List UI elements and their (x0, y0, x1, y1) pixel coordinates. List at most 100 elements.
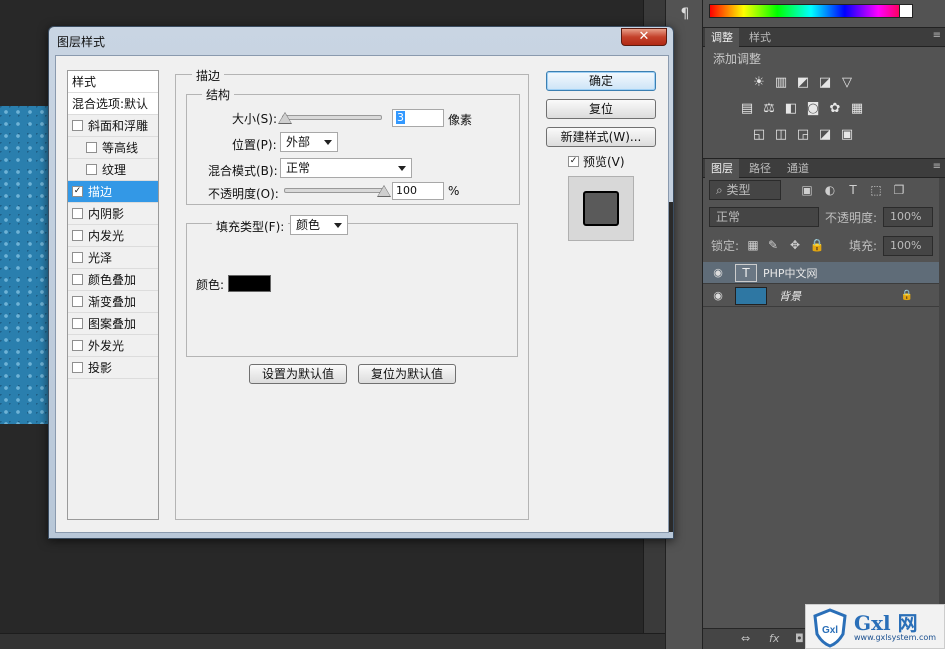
selective-color-icon[interactable]: ▣ (839, 127, 855, 143)
levels-icon[interactable]: ▥ (773, 75, 789, 91)
tab-layers[interactable]: 图层 (705, 159, 739, 178)
tab-adjustments[interactable]: 调整 (705, 28, 739, 47)
filter-pixel-icon[interactable]: ▣ (799, 182, 815, 198)
document-canvas[interactable] (0, 106, 52, 424)
shield-icon: Gxl (813, 608, 847, 648)
position-select[interactable]: 外部 (280, 132, 338, 152)
preview-checkbox[interactable]: ✓ (568, 156, 579, 167)
checkbox[interactable] (86, 164, 97, 175)
fill-type-select[interactable]: 颜色 (290, 215, 348, 235)
fx-icon[interactable]: fx (769, 632, 779, 645)
gradient-map-icon[interactable]: ◪ (817, 127, 833, 143)
lock-move-icon[interactable]: ✥ (787, 237, 803, 253)
hue-saturation-icon[interactable]: ▤ (739, 101, 755, 117)
checkbox[interactable] (72, 252, 83, 263)
black-white-icon[interactable]: ◧ (783, 101, 799, 117)
paragraph-icon[interactable]: ¶ (677, 6, 693, 24)
ok-button[interactable]: 确定 (546, 71, 656, 91)
size-input[interactable]: 3 (392, 109, 444, 127)
opacity-field[interactable]: 100% (883, 207, 933, 227)
new-style-button[interactable]: 新建样式(W)... (546, 127, 656, 147)
reset-button[interactable]: 复位 (546, 99, 656, 119)
channel-mixer-icon[interactable]: ✿ (827, 101, 843, 117)
size-slider-track[interactable] (282, 115, 382, 120)
style-item-drop-shadow[interactable]: 投影 (68, 357, 158, 379)
style-item-color-overlay[interactable]: 颜色叠加 (68, 269, 158, 291)
reset-default-button[interactable]: 复位为默认值 (358, 364, 456, 384)
dialog-title: 图层样式 (57, 35, 106, 49)
color-spectrum[interactable] (709, 4, 913, 18)
blend-mode-select[interactable]: 正常 (709, 207, 819, 227)
preview-swatch (583, 191, 619, 226)
svg-text:Gxl: Gxl (822, 625, 838, 636)
checkbox[interactable] (72, 274, 83, 285)
posterize-icon[interactable]: ◫ (773, 127, 789, 143)
style-item-label: 渐变叠加 (88, 295, 137, 309)
link-layers-icon[interactable]: ⇔ (741, 632, 750, 645)
search-icon: ⌕ (716, 183, 727, 197)
color-balance-icon[interactable]: ⚖ (761, 101, 777, 117)
layer-filter-select[interactable]: ⌕ 类型 (709, 180, 781, 200)
style-item-inner-glow[interactable]: 内发光 (68, 225, 158, 247)
layer-row[interactable]: ◉ 背景 🔒 (703, 285, 939, 307)
fill-field[interactable]: 100% (883, 236, 933, 256)
lock-paint-icon[interactable]: ✎ (765, 237, 781, 253)
photo-filter-icon[interactable]: ◙ (805, 101, 821, 117)
tab-styles[interactable]: 样式 (743, 28, 777, 47)
checkbox[interactable] (72, 208, 83, 219)
style-item-texture[interactable]: 纹理 (68, 159, 158, 181)
filter-smart-icon[interactable]: ❐ (891, 182, 907, 198)
lock-transparency-icon[interactable]: ▦ (745, 237, 761, 253)
invert-icon[interactable]: ◱ (751, 127, 767, 143)
style-item-inner-shadow[interactable]: 内阴影 (68, 203, 158, 225)
exposure-icon[interactable]: ◪ (817, 75, 833, 91)
position-label: 位置(P): (232, 138, 277, 152)
style-item-gradient-overlay[interactable]: 渐变叠加 (68, 291, 158, 313)
threshold-icon[interactable]: ◲ (795, 127, 811, 143)
filter-adjust-icon[interactable]: ◐ (822, 182, 838, 198)
curves-icon[interactable]: ◩ (795, 75, 811, 91)
brightness-icon[interactable]: ☀ (751, 75, 767, 91)
checkbox[interactable] (72, 120, 83, 131)
checkbox[interactable] (72, 296, 83, 307)
stroke-color-swatch[interactable] (228, 275, 271, 292)
checkbox[interactable] (72, 230, 83, 241)
layers-scrollbar[interactable] (939, 178, 945, 628)
adjustments-title: 添加调整 (713, 52, 762, 66)
tab-channels[interactable]: 通道 (781, 159, 815, 178)
blend-options-item[interactable]: 混合选项:默认 (68, 93, 158, 115)
style-item-stroke[interactable]: ✓ 描边 (68, 181, 158, 203)
opacity-slider-thumb-fill (378, 186, 390, 196)
layer-row[interactable]: ◉ T PHP中文网 (703, 262, 939, 284)
checkbox[interactable] (72, 340, 83, 351)
checkbox[interactable] (86, 142, 97, 153)
add-mask-icon[interactable]: ◘ (795, 632, 804, 645)
color-white-swatch[interactable] (899, 4, 913, 18)
eye-icon[interactable]: ◉ (711, 266, 725, 280)
style-list-header[interactable]: 样式 (68, 71, 158, 93)
checkbox[interactable] (72, 362, 83, 373)
filter-shape-icon[interactable]: ⬚ (868, 182, 884, 198)
filter-type-icon[interactable]: T (845, 182, 861, 198)
checkbox[interactable] (72, 318, 83, 329)
style-item-contour[interactable]: 等高线 (68, 137, 158, 159)
set-default-button[interactable]: 设置为默认值 (249, 364, 347, 384)
tab-paths[interactable]: 路径 (743, 159, 777, 178)
style-item-bevel[interactable]: 斜面和浮雕 (68, 115, 158, 137)
style-item-outer-glow[interactable]: 外发光 (68, 335, 158, 357)
opacity-slider-track[interactable] (284, 188, 384, 193)
checkbox-checked[interactable]: ✓ (72, 186, 83, 197)
stroke-blend-select[interactable]: 正常 (280, 158, 412, 178)
eye-icon[interactable]: ◉ (711, 289, 725, 303)
style-item-satin[interactable]: 光泽 (68, 247, 158, 269)
color-lookup-icon[interactable]: ▦ (849, 101, 865, 117)
panel-menu-icon[interactable]: ≡ (933, 162, 941, 172)
lock-all-icon[interactable]: 🔒 (809, 237, 825, 253)
opacity-input[interactable]: 100 (392, 182, 444, 200)
vibrance-icon[interactable]: ▽ (839, 75, 855, 91)
layer-name: 背景 (779, 290, 801, 303)
panel-menu-icon[interactable]: ≡ (933, 31, 941, 41)
style-item-label: 投影 (88, 361, 113, 375)
close-button[interactable]: ✕ (621, 28, 667, 46)
style-item-pattern-overlay[interactable]: 图案叠加 (68, 313, 158, 335)
